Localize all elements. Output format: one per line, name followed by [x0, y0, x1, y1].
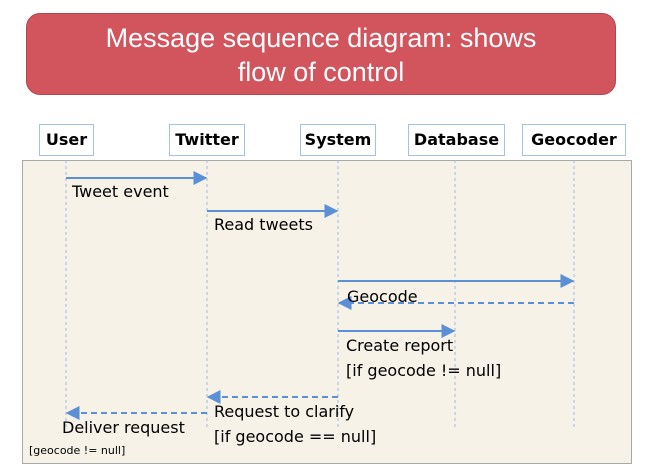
note-deliver-request: Deliver request: [62, 418, 185, 437]
note-guard-geocode-not-null: [geocode != null]: [29, 444, 126, 457]
message-label-read-tweets: Read tweets: [214, 215, 313, 234]
message-label-tweet-event: Tweet event: [72, 182, 169, 201]
message-guard-request-to-clarify: [if geocode == null]: [214, 427, 377, 446]
message-label-create-report: Create report: [346, 336, 454, 355]
message-label-geocode: Geocode: [347, 287, 418, 306]
message-guard-create-report: [if geocode != null]: [346, 361, 502, 380]
message-label-request-to-clarify: Request to clarify: [214, 402, 355, 421]
